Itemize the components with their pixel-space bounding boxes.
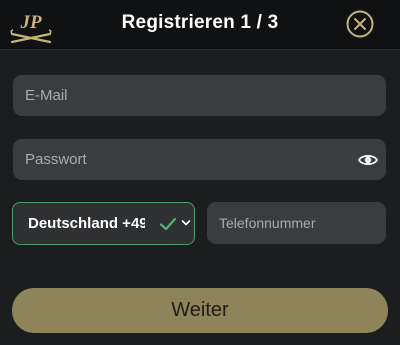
country-code-value: Deutschland +49 [28,215,145,232]
registration-screen: JP Registrieren 1 / 3 Deutschland +49 We… [0,0,400,345]
country-code-select[interactable]: Deutschland +49 [12,202,195,245]
page-title: Registrieren 1 / 3 [121,12,279,33]
checkmark-icon [159,217,177,231]
phone-input[interactable] [207,202,386,244]
email-input[interactable] [13,75,386,116]
header-bar: JP Registrieren 1 / 3 [0,0,400,50]
close-icon[interactable] [345,9,375,39]
password-input[interactable] [13,139,386,180]
password-field-container [13,139,386,180]
chevron-down-icon [181,220,191,226]
email-field-container [13,75,386,116]
eye-icon[interactable] [358,150,378,170]
continue-button[interactable]: Weiter [12,288,388,333]
phone-field-container [207,202,386,244]
